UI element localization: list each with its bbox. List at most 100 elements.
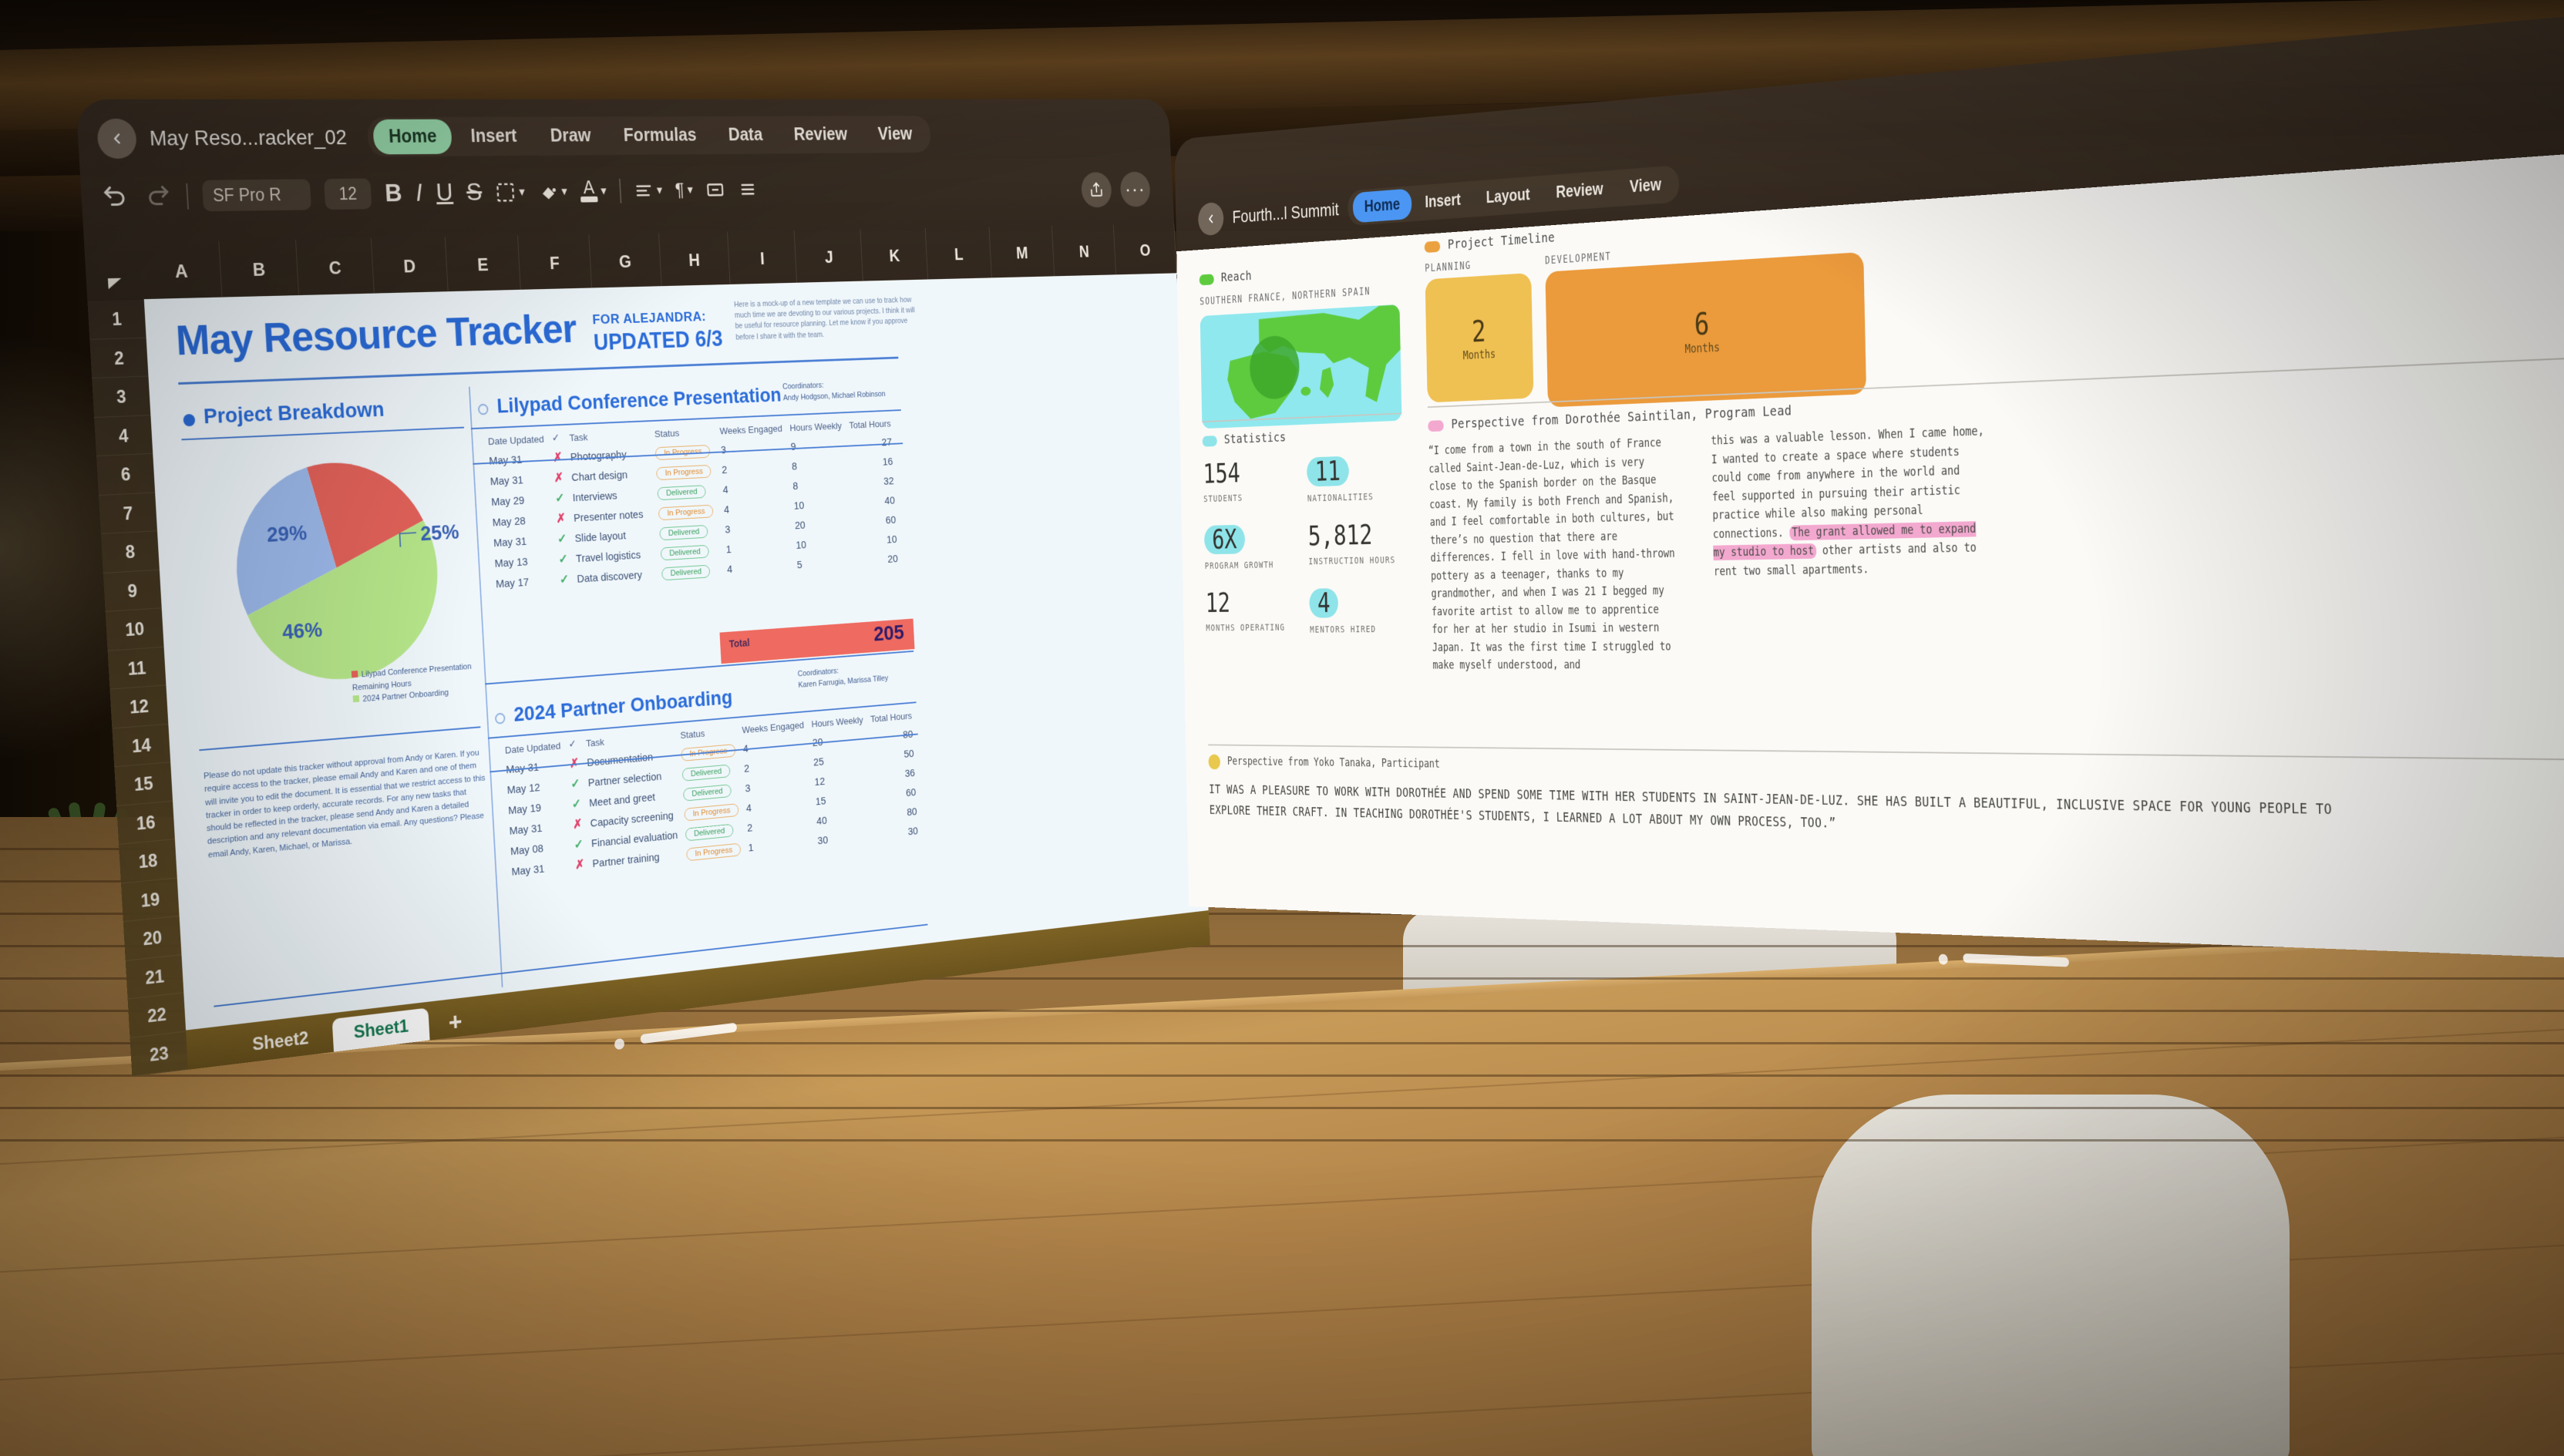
row-number[interactable]: 9 (103, 570, 162, 612)
column-header[interactable]: G (588, 233, 662, 288)
row-number[interactable]: 12 (109, 685, 169, 729)
redo-icon[interactable] (143, 182, 173, 211)
spreadsheet-tab-bar[interactable]: Home Insert Draw Formulas Data Review Vi… (366, 116, 932, 157)
strikethrough-button[interactable]: S (466, 178, 483, 207)
align-icon[interactable]: ▾ (634, 180, 663, 201)
tab-review[interactable]: Review (1543, 173, 1615, 209)
tab-home[interactable]: Home (1352, 188, 1412, 224)
tab-view[interactable]: View (1617, 168, 1674, 203)
back-button[interactable] (96, 118, 138, 159)
window-resize-dot[interactable] (1938, 953, 1948, 965)
spreadsheet-toolbar: May Reso...racker_02 Home Insert Draw Fo… (76, 99, 1177, 301)
spreadsheet-canvas[interactable]: May Resource Tracker FOR ALEJANDRA: UPDA… (143, 273, 1209, 1031)
tab-review[interactable]: Review (779, 118, 862, 151)
europe-map-icon (1200, 304, 1402, 429)
row-number[interactable]: 15 (114, 762, 173, 806)
column-header[interactable]: A (140, 240, 223, 300)
row-number[interactable]: 18 (119, 839, 177, 884)
status-badge: Delivered (659, 524, 708, 540)
cell-mark[interactable]: ✓ (567, 793, 586, 815)
tab-layout[interactable]: Layout (1474, 178, 1542, 214)
tab-draw[interactable]: Draw (535, 119, 607, 153)
column-header[interactable]: M (989, 225, 1055, 278)
undo-icon[interactable] (100, 182, 130, 211)
spreadsheet-window[interactable]: May Reso...racker_02 Home Insert Draw Fo… (76, 99, 1210, 1077)
statistic-item: 4 MENTORS HIRED (1309, 587, 1407, 637)
fill-color-icon[interactable]: ▾ (537, 180, 567, 203)
row-number[interactable]: 14 (112, 724, 171, 768)
column-header[interactable]: L (925, 227, 992, 280)
tab-view[interactable]: View (863, 118, 926, 151)
cell-mark[interactable]: ✓ (567, 773, 585, 795)
cell-mark[interactable]: ✗ (552, 508, 570, 530)
row-number[interactable]: 16 (116, 801, 175, 845)
row-number[interactable]: 6 (96, 453, 156, 496)
column-header[interactable]: C (295, 237, 375, 295)
column-header[interactable]: H (658, 231, 731, 287)
column-header[interactable]: E (445, 235, 521, 292)
row-number[interactable]: 11 (107, 647, 167, 690)
row-number[interactable]: 23 (130, 1031, 189, 1077)
list-icon[interactable] (737, 178, 757, 200)
row-number[interactable]: 20 (123, 916, 182, 961)
row-number[interactable]: 2 (89, 338, 149, 379)
tab-formulas[interactable]: Formulas (608, 119, 712, 153)
sheet-title: May Resource Tracker (174, 304, 577, 365)
tab-insert[interactable]: Insert (455, 119, 533, 153)
tab-home[interactable]: Home (372, 119, 453, 155)
row-number[interactable]: 21 (125, 954, 184, 1000)
cell-mark[interactable]: ✗ (548, 447, 567, 468)
column-header[interactable]: N (1052, 224, 1116, 277)
underline-button[interactable]: U (436, 178, 454, 207)
column-header[interactable]: I (727, 230, 798, 284)
text-direction-icon[interactable]: ¶ ▾ (675, 179, 693, 201)
row-number[interactable]: 22 (127, 993, 187, 1038)
tab-insert[interactable]: Insert (1413, 183, 1472, 218)
back-button[interactable] (1197, 201, 1224, 236)
row-number[interactable]: 1 (87, 299, 146, 340)
document-window[interactable]: Fourth...l Summit Home Insert Layout Rev… (1174, 12, 2564, 967)
column-header[interactable]: O (1113, 224, 1177, 275)
row-number[interactable]: 8 (100, 531, 160, 573)
document-page[interactable]: Reach SOUTHERN FRANCE, NORTHERN SPAIN St… (1176, 150, 2564, 960)
document-tab-bar[interactable]: Home Insert Layout Review View (1348, 165, 1680, 227)
add-sheet-button[interactable]: + (431, 1006, 479, 1040)
font-size-field[interactable]: 12 (324, 178, 372, 210)
merge-cells-icon[interactable] (705, 179, 725, 200)
cell-mark[interactable]: ✓ (550, 488, 569, 509)
timeline-kicker: PLANNING (1425, 259, 1472, 274)
tab-data[interactable]: Data (713, 118, 777, 152)
border-icon[interactable]: ▾ (495, 181, 526, 203)
statistic-value: 154 (1203, 457, 1241, 489)
cell-total: 20 (887, 552, 899, 566)
row-number[interactable]: 4 (94, 415, 153, 457)
share-icon[interactable] (1080, 172, 1112, 208)
cell-date: May 17 (495, 575, 530, 590)
cell-mark[interactable]: ✓ (570, 834, 588, 856)
cell-mark[interactable]: ✗ (550, 467, 568, 489)
cell-mark[interactable]: ✓ (554, 549, 573, 570)
select-all-corner[interactable] (84, 242, 144, 301)
floor-plank (0, 1107, 2564, 1109)
column-header[interactable]: B (219, 239, 299, 298)
italic-button[interactable]: I (415, 179, 423, 208)
more-icon[interactable]: ··· (1119, 171, 1151, 207)
cell-status: Delivered (658, 560, 724, 583)
cell-mark[interactable]: ✓ (553, 529, 571, 550)
cell-mark[interactable]: ✗ (568, 813, 587, 835)
cell-mark[interactable]: ✗ (570, 854, 589, 876)
section1-table[interactable]: Date Updated ✓ Task Status Weeks Engaged… (483, 414, 902, 594)
column-header[interactable]: D (371, 237, 449, 294)
column-header[interactable]: K (860, 227, 929, 281)
column-header[interactable]: F (517, 234, 592, 290)
text-color-icon[interactable]: A ▾ (580, 178, 607, 203)
font-name-field[interactable]: SF Pro R (201, 179, 311, 212)
row-number[interactable]: 10 (105, 608, 164, 651)
row-number[interactable]: 7 (98, 493, 158, 535)
column-header[interactable]: J (794, 229, 864, 283)
bold-button[interactable]: B (384, 179, 402, 208)
row-number[interactable]: 19 (120, 877, 180, 923)
row-number[interactable]: 3 (92, 376, 151, 418)
status-badge: In Progress (656, 464, 712, 480)
cell-mark[interactable]: ✓ (555, 569, 574, 590)
